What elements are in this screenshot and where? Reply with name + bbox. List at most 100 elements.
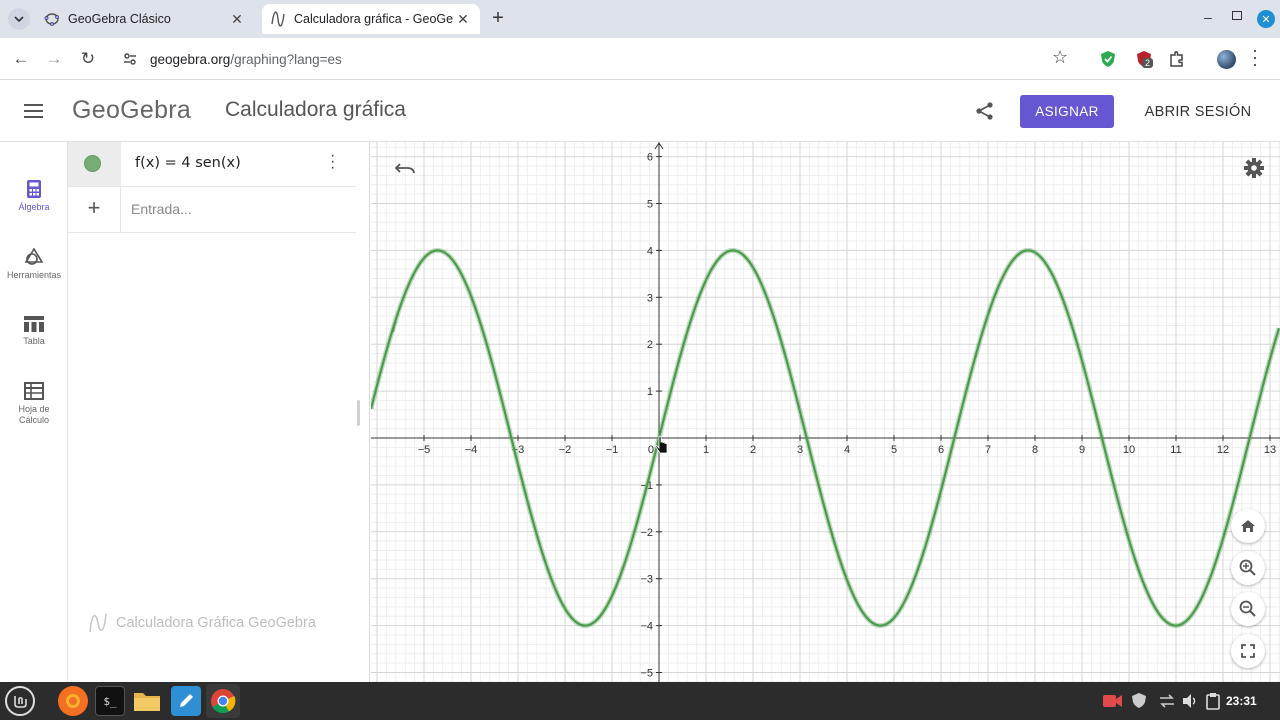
chrome-icon — [211, 689, 236, 714]
mint-logo-icon — [14, 696, 27, 708]
function-formula[interactable]: f(x) = 4 sen(x) — [135, 155, 241, 171]
clock[interactable]: 23:31 — [1226, 694, 1257, 708]
add-item-icon[interactable]: + — [68, 186, 121, 232]
view-switcher-rail: Álgebra Herramientas Tabla Hoja de Cálcu… — [0, 142, 98, 682]
y-tick-label: 6 — [647, 152, 653, 164]
assign-button[interactable]: ASIGNAR — [1020, 95, 1114, 128]
rail-label: Álgebra — [18, 202, 50, 212]
rail-item-algebra[interactable]: Álgebra — [0, 180, 68, 213]
start-menu-button[interactable] — [5, 686, 35, 716]
security-shield-icon[interactable] — [1131, 692, 1147, 710]
zoom-out-button[interactable] — [1231, 592, 1265, 626]
y-tick-label: 5 — [647, 199, 653, 211]
bookmark-star-icon[interactable]: ☆ — [1052, 47, 1068, 68]
url-path: /graphing?lang=es — [230, 51, 342, 67]
pen-icon — [180, 694, 193, 707]
rail-item-tools[interactable]: Herramientas — [0, 248, 68, 281]
zoom-in-button[interactable] — [1231, 551, 1265, 585]
browser-menu-icon[interactable]: · · · — [1252, 41, 1258, 73]
maximize-window-button[interactable] — [1232, 11, 1242, 20]
minimize-window-button[interactable]: – — [1204, 9, 1220, 25]
graphing-favicon-icon — [271, 11, 285, 27]
back-arrow-icon[interactable]: ← — [10, 48, 32, 70]
geogebra-logo[interactable]: GeoGebra — [72, 96, 191, 125]
browser-tab-bar: GeoGebra Clásico ✕ Calculadora gráfica -… — [0, 0, 1280, 38]
table-icon — [24, 316, 44, 332]
browser-toolbar: ← → ↻ geogebra.org/graphing?lang=es ☆ 2 … — [0, 38, 1280, 80]
clipboard-icon[interactable] — [1206, 692, 1220, 710]
terminal-icon: $_ — [103, 694, 117, 708]
y-tick-label: −3 — [640, 574, 653, 586]
home-icon — [1241, 520, 1255, 532]
x-tick-label: 5 — [891, 444, 897, 456]
x-tick-label: −4 — [465, 444, 478, 456]
network-icon[interactable] — [1158, 693, 1176, 709]
screen-recorder-icon[interactable] — [1103, 694, 1123, 708]
home-view-button[interactable] — [1231, 509, 1265, 543]
site-info-icon[interactable] — [122, 51, 138, 67]
firefox-icon — [66, 694, 80, 708]
app-watermark: Calculadora Gráfica GeoGebra — [88, 612, 316, 634]
mouse-cursor-icon — [655, 435, 668, 454]
visibility-marker[interactable] — [68, 142, 121, 186]
watermark-text: Calculadora Gráfica GeoGebra — [116, 615, 316, 631]
editor-launcher[interactable] — [171, 686, 201, 716]
rail-item-table[interactable]: Tabla — [0, 316, 68, 347]
x-tick-label: 13 — [1264, 444, 1276, 456]
graphing-logo-icon — [89, 613, 107, 633]
close-window-button[interactable]: ✕ — [1257, 10, 1275, 28]
input-placeholder[interactable]: Entrada... — [131, 201, 192, 217]
algebra-row-function[interactable]: f(x) = 4 sen(x) · · · — [68, 142, 356, 187]
files-launcher[interactable] — [132, 686, 162, 716]
shield-extension-icon[interactable] — [1099, 50, 1117, 68]
x-tick-label: 10 — [1123, 444, 1135, 456]
share-icon[interactable] — [975, 101, 995, 121]
firefox-launcher[interactable] — [58, 686, 88, 716]
close-tab-icon[interactable]: ✕ — [228, 11, 246, 28]
y-tick-label: 1 — [647, 386, 653, 398]
x-tick-label: 9 — [1079, 444, 1085, 456]
spreadsheet-icon — [24, 382, 44, 400]
browser-tab-graphing-calculator[interactable]: Calculadora gráfica - GeoGebra ✕ — [262, 4, 480, 34]
settings-gear-icon[interactable] — [1244, 158, 1264, 178]
tab-title: Calculadora gráfica - GeoGebra — [294, 12, 454, 26]
close-tab-icon[interactable]: ✕ — [454, 11, 472, 28]
url-host: geogebra.org — [150, 51, 231, 67]
profile-avatar[interactable] — [1217, 50, 1236, 69]
os-taskbar: $_ 23:31 — [0, 682, 1280, 720]
volume-icon[interactable] — [1182, 693, 1198, 709]
row-menu-icon[interactable]: · · · — [330, 148, 335, 176]
x-tick-label: 7 — [985, 444, 991, 456]
address-bar[interactable]: geogebra.org/graphing?lang=es — [112, 42, 1086, 76]
chrome-launcher[interactable] — [206, 684, 240, 718]
x-tick-label: 8 — [1032, 444, 1038, 456]
x-tick-label: −2 — [559, 444, 572, 456]
folder-icon — [134, 693, 160, 711]
browser-tab-geogebra-classic[interactable]: GeoGebra Clásico ✕ — [36, 4, 254, 34]
function-plot[interactable]: −5 −4 −3 −2 −1 0 1 2 3 4 5 6 7 8 9 10 11 12 13−5−4−3−2−112… — [371, 142, 1280, 682]
calculator-icon — [27, 180, 41, 198]
graphics-view[interactable]: −5 −4 −3 −2 −1 0 1 2 3 4 5 6 7 8 9 10 11 12 13 −5 −4 −3 −2 −1 1 2… — [371, 142, 1280, 682]
forward-arrow-icon[interactable]: → — [43, 48, 65, 70]
reload-icon[interactable]: ↻ — [77, 48, 99, 70]
y-tick-label: 4 — [647, 245, 653, 257]
rail-item-spreadsheet[interactable]: Hoja de Cálculo — [0, 382, 68, 426]
extensions-puzzle-icon[interactable] — [1168, 50, 1186, 68]
fullscreen-button[interactable] — [1231, 634, 1265, 668]
app-header: GeoGebra Calculadora gráfica ASIGNAR ABR… — [0, 80, 1280, 142]
y-tick-label: −4 — [640, 621, 653, 633]
login-button[interactable]: ABRIR SESIÓN — [1128, 95, 1268, 128]
terminal-launcher[interactable]: $_ — [95, 686, 125, 716]
y-tick-label: 3 — [647, 292, 653, 304]
fullscreen-icon — [1241, 644, 1255, 658]
new-tab-button[interactable]: + — [488, 8, 508, 28]
visibility-dot-icon[interactable] — [84, 155, 101, 172]
shapes-icon — [24, 248, 44, 265]
zoom-in-icon — [1239, 559, 1256, 576]
undo-icon[interactable] — [395, 160, 417, 176]
hamburger-menu-icon[interactable] — [24, 104, 44, 118]
algebra-row-input[interactable]: + Entrada... — [68, 186, 356, 233]
panel-resize-handle[interactable] — [357, 400, 360, 426]
extension-badge-icon[interactable]: 2 — [1135, 50, 1154, 68]
tab-search-button[interactable] — [8, 8, 30, 30]
